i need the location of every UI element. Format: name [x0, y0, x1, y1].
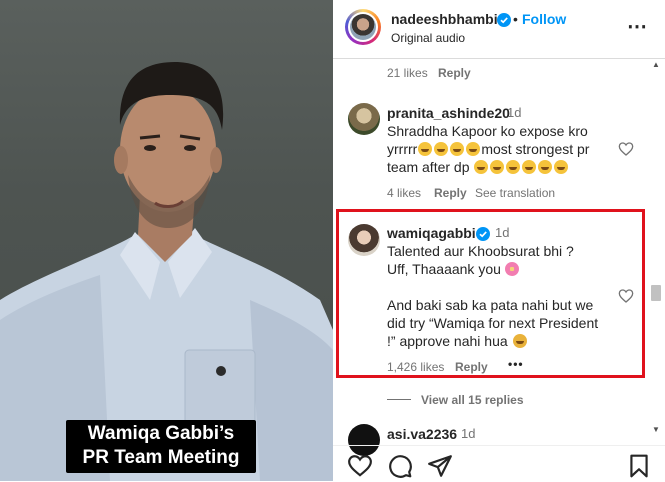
commenter-username[interactable]: wamiqagabbi [387, 225, 476, 241]
follow-button[interactable]: Follow [522, 11, 566, 27]
see-translation-link[interactable]: See translation [475, 186, 555, 200]
comment-text: Talented aur Khoobsurat bhi ? Uff, Thaaa… [387, 243, 599, 349]
author-avatar[interactable] [345, 9, 381, 45]
video-caption: Wamiqa Gabbi’s PR Team Meeting [66, 420, 256, 473]
disappointed-emoji-icon [512, 334, 527, 348]
comment-text: Shraddha Kapoor ko expose kro yrrrrr most… [387, 123, 590, 175]
comment-time[interactable]: 1d [495, 225, 509, 240]
video-player[interactable]: Wamiqa Gabbi’s PR Team Meeting [0, 0, 333, 481]
comments-panel: nadeeshbhambi • Follow Original audio ⋯ … [333, 0, 665, 481]
scroll-up-arrow[interactable]: ▲ [652, 60, 660, 69]
laughing-emoji-icon [434, 142, 449, 156]
replies-divider [387, 399, 411, 400]
comment-reply[interactable]: Reply [434, 186, 467, 200]
commenter-avatar[interactable] [348, 103, 380, 135]
scroll-down-arrow[interactable]: ▼ [652, 425, 660, 434]
video-frame-person [0, 62, 333, 481]
laughing-emoji-icon [418, 142, 433, 156]
laughing-emoji-icon [506, 160, 521, 174]
action-bar [333, 445, 665, 482]
bookmark-icon[interactable] [626, 453, 652, 479]
comment-time[interactable]: 1d [507, 105, 521, 120]
reel-viewer: Wamiqa Gabbi’s PR Team Meeting nadeeshbh… [0, 0, 665, 481]
share-icon[interactable] [427, 453, 453, 479]
comment-likes[interactable]: 4 likes [387, 186, 421, 200]
laughing-emoji-icon [490, 160, 505, 174]
prev-comment-likes[interactable]: 21 likes [387, 66, 428, 80]
laughing-emoji-icon [466, 142, 481, 156]
laughing-emoji-icon [522, 160, 537, 174]
verified-badge-icon [497, 13, 511, 27]
laughing-emoji-icon [554, 160, 569, 174]
laughing-emoji-icon [474, 160, 489, 174]
verified-badge-icon [476, 227, 490, 241]
comment-like-heart-icon[interactable] [618, 141, 634, 157]
commenter-username[interactable]: asi.va2236 [387, 426, 457, 442]
comment-reply[interactable]: Reply [455, 360, 488, 374]
scrollbar-thumb[interactable] [651, 285, 661, 301]
audio-label[interactable]: Original audio [391, 31, 465, 45]
caption-line-2: PR Team Meeting [82, 447, 240, 468]
view-replies-button[interactable]: View all 15 replies [421, 393, 524, 407]
more-options-icon[interactable]: ⋯ [627, 14, 648, 39]
heart-icon[interactable] [347, 453, 373, 479]
comment-icon[interactable] [387, 453, 413, 479]
separator-dot: • [513, 11, 518, 27]
caption-line-1: Wamiqa Gabbi’s [87, 423, 235, 444]
post-header: nadeeshbhambi • Follow Original audio ⋯ [333, 0, 665, 59]
comment-options-icon[interactable]: ••• [508, 357, 524, 371]
comment-likes[interactable]: 1,426 likes [387, 360, 444, 374]
laughing-emoji-icon [538, 160, 553, 174]
comment-like-heart-icon[interactable] [618, 288, 634, 304]
commenter-avatar[interactable] [348, 224, 380, 256]
author-username[interactable]: nadeeshbhambi [391, 11, 498, 27]
laughing-emoji-icon [450, 142, 465, 156]
prev-comment-reply[interactable]: Reply [438, 66, 471, 80]
comment-time[interactable]: 1d [461, 426, 475, 441]
flower-emoji-icon [504, 262, 519, 276]
commenter-username[interactable]: pranita_ashinde20 [387, 105, 510, 121]
